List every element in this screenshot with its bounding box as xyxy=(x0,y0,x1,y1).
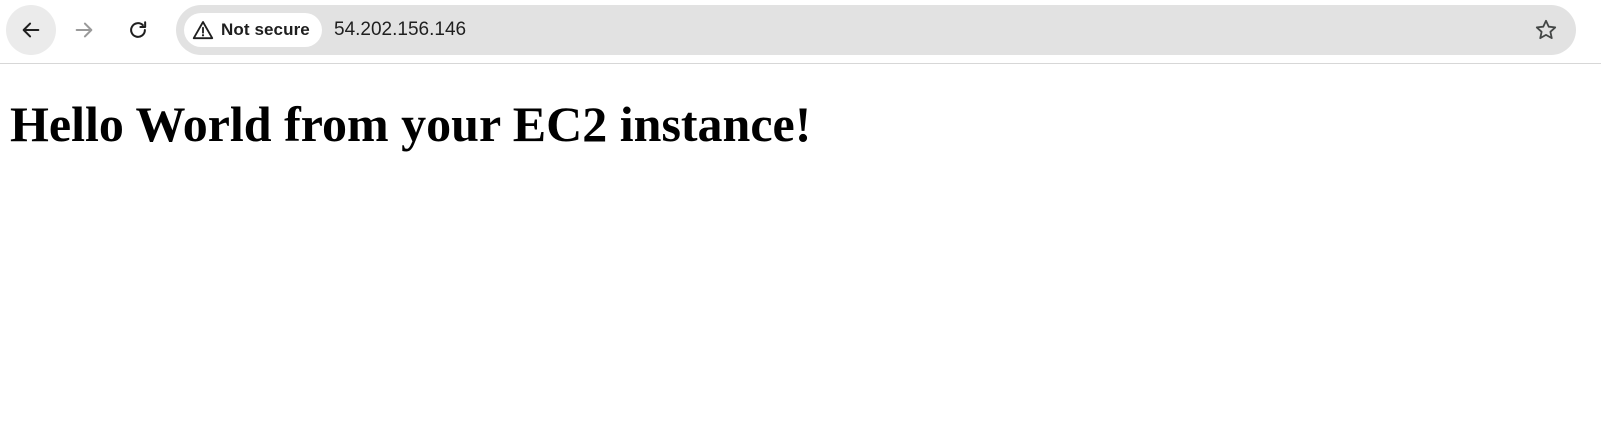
arrow-right-icon xyxy=(75,22,93,38)
bookmark-button[interactable] xyxy=(1532,16,1560,44)
security-indicator[interactable]: Not secure xyxy=(184,13,322,47)
security-label: Not secure xyxy=(221,20,310,39)
reload-icon xyxy=(130,21,147,38)
warning-triangle-icon xyxy=(192,21,214,40)
back-button[interactable] xyxy=(6,5,56,55)
reload-button[interactable] xyxy=(113,5,163,55)
forward-button[interactable] xyxy=(59,5,109,55)
browser-toolbar: Not secure 54.202.156.146 xyxy=(0,0,1601,64)
address-bar[interactable]: Not secure 54.202.156.146 xyxy=(176,5,1576,55)
url-text[interactable]: 54.202.156.146 xyxy=(334,18,466,42)
page-content: Hello World from your EC2 instance! xyxy=(10,92,811,156)
arrow-left-icon xyxy=(22,22,40,38)
star-icon xyxy=(1535,19,1557,40)
page-heading: Hello World from your EC2 instance! xyxy=(10,96,812,152)
